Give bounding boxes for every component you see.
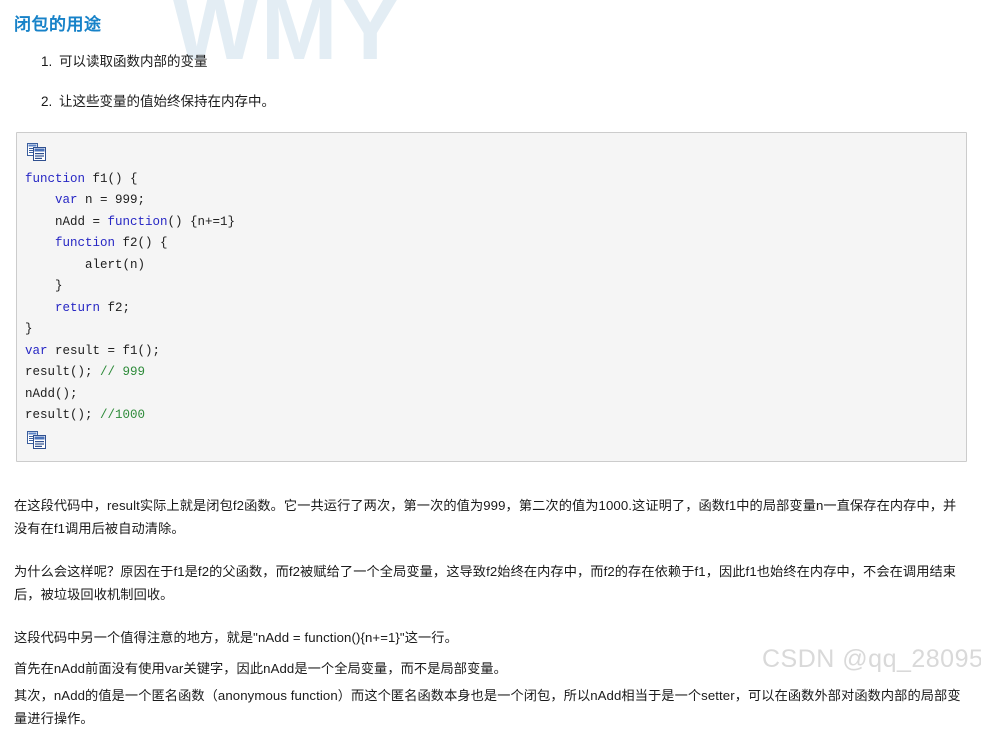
closure-usage-list: 可以读取函数内部的变量 让这些变量的值始终保持在内存中。 (14, 51, 967, 113)
paragraph: 其次，nAdd的值是一个匿名函数（anonymous function）而这个匿… (14, 687, 961, 726)
copy-icon[interactable] (27, 142, 47, 161)
code-content[interactable]: function f1() { var n = 999; nAdd = func… (17, 169, 966, 427)
paragraph: 为什么会这样呢？原因在于f1是f2的父函数，而f2被赋给了一个全局变量，这导致f… (14, 563, 957, 602)
page-title: 闭包的用途 (14, 15, 102, 34)
paragraph: 这段代码中另一个值得注意的地方，就是"nAdd = function(){n+=… (14, 629, 458, 645)
list-item: 让这些变量的值始终保持在内存中。 (56, 91, 967, 113)
list-item: 可以读取函数内部的变量 (56, 51, 967, 73)
paragraph: 首先在nAdd前面没有使用var关键字，因此nAdd是一个全局变量，而不是局部变… (14, 660, 507, 676)
article-page: 闭包的用途 可以读取函数内部的变量 让这些变量的值始终保持在内存中。 (0, 0, 981, 730)
copy-icon[interactable] (27, 430, 47, 449)
article-body: 在这段代码中，result实际上就是闭包f2函数。它一共运行了两次，第一次的值为… (14, 494, 967, 730)
code-block: function f1() { var n = 999; nAdd = func… (16, 131, 967, 462)
paragraph: 在这段代码中，result实际上就是闭包f2函数。它一共运行了两次，第一次的值为… (14, 497, 957, 536)
